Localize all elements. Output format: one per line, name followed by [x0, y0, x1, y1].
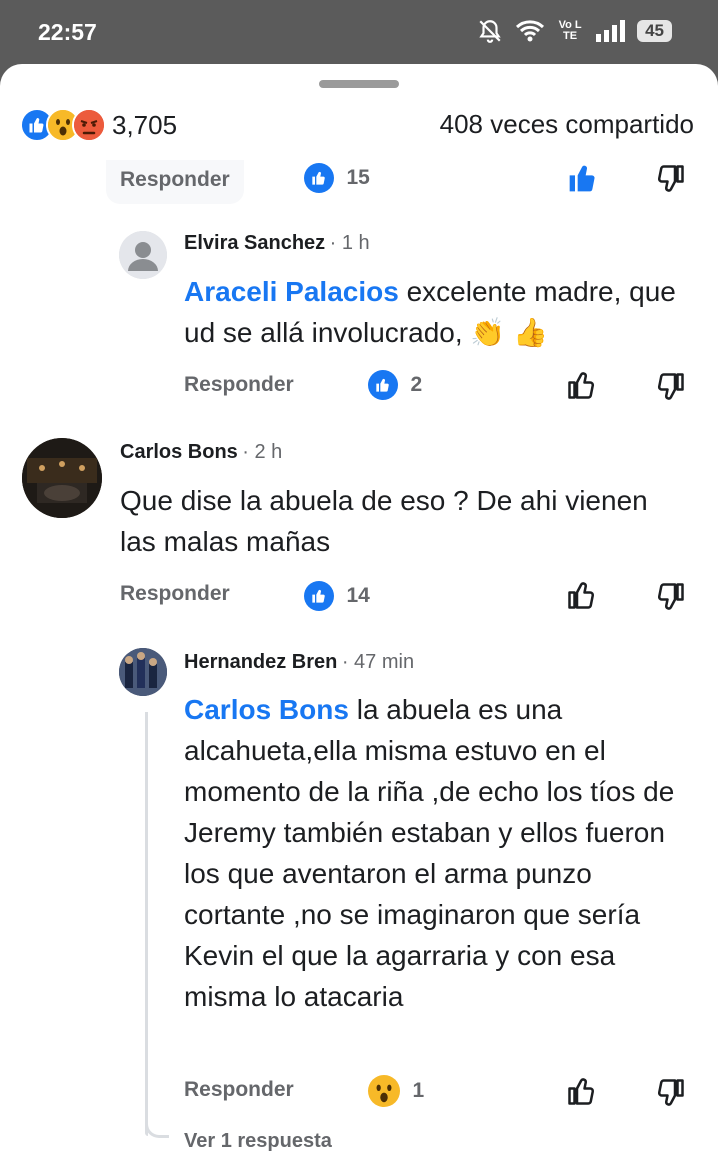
like-button[interactable] — [566, 370, 598, 405]
thumbs-down-icon — [657, 583, 684, 610]
reaction-summary[interactable]: 3,705 — [20, 108, 177, 142]
like-count: 2 — [410, 373, 423, 396]
comment-header: Hernandez Bren · 47 min — [184, 651, 415, 673]
thumbs-down-icon — [657, 373, 684, 400]
reply-button[interactable]: Responder — [120, 582, 230, 606]
comment-header: Elvira Sanchez · 1 h — [184, 232, 370, 254]
thread-line — [145, 712, 148, 1136]
comment-author[interactable]: Carlos Bons — [120, 441, 238, 463]
like-count: 14 — [346, 584, 370, 607]
like-badge-icon — [304, 581, 334, 611]
reaction-count[interactable]: 2 — [368, 370, 422, 400]
wifi-icon — [515, 19, 545, 43]
reply-button[interactable]: Responder — [184, 373, 294, 397]
drag-handle[interactable] — [319, 80, 399, 88]
volte-icon: Vo LTE — [557, 20, 583, 42]
profile-photo-icon — [119, 648, 167, 696]
comment-text: Que dise la abuela de eso ? De ahi viene… — [120, 485, 648, 557]
mention-link[interactable]: Carlos Bons — [184, 694, 349, 725]
status-bar: 22:57 Vo LTE 45 — [0, 0, 718, 64]
thread-curve — [145, 1114, 169, 1138]
like-button[interactable] — [566, 580, 598, 615]
thumbs-up-icon — [568, 372, 595, 399]
comment-time[interactable]: 47 min — [354, 651, 414, 673]
mention-link[interactable]: Araceli Palacios — [184, 276, 399, 307]
wow-count: 1 — [412, 1079, 425, 1102]
reaction-count[interactable]: 14 — [304, 581, 370, 611]
like-badge-icon — [304, 163, 334, 193]
reply-label: Responder — [120, 168, 230, 191]
comment-text: Araceli Palacios excelente madre, que ud… — [184, 271, 684, 353]
thumbs-up-icon — [568, 582, 595, 609]
share-count[interactable]: 408 veces compartido — [440, 109, 694, 140]
like-button-active[interactable] — [566, 162, 600, 199]
wow-icon — [368, 1075, 400, 1107]
dislike-button[interactable] — [654, 164, 686, 199]
profile-photo-icon — [22, 438, 102, 518]
signal-icon — [595, 20, 626, 42]
thumbs-up-filled-icon — [569, 165, 595, 192]
battery-indicator: 45 — [637, 20, 672, 42]
thumbs-down-icon — [657, 1079, 684, 1106]
comment-body: la abuela es una alcahueta,ella misma es… — [184, 694, 675, 1012]
angry-icon — [72, 108, 106, 142]
avatar[interactable] — [22, 438, 102, 518]
default-avatar-icon — [119, 231, 167, 279]
dislike-button[interactable] — [654, 1078, 686, 1113]
volte-label: Vo LTE — [558, 19, 582, 42]
thumbs-up-icon — [568, 1078, 595, 1105]
thumbs-down-icon — [657, 165, 684, 192]
dislike-button[interactable] — [654, 582, 686, 617]
comment-header: Carlos Bons · 2 h — [120, 441, 283, 463]
bell-muted-icon — [477, 18, 503, 44]
comment-time[interactable]: 1 h — [342, 232, 370, 254]
like-button[interactable] — [566, 1076, 598, 1111]
view-replies-link[interactable]: Ver 1 respuesta — [184, 1130, 332, 1153]
reply-button-top[interactable]: Responder — [106, 160, 244, 204]
comments-sheet: 3,705 408 veces compartido Responder 15 … — [0, 64, 718, 1174]
avatar[interactable] — [119, 231, 167, 279]
comment-text: Carlos Bons la abuela es una alcahueta,e… — [184, 689, 684, 1017]
reaction-count: 3,705 — [112, 109, 178, 140]
reply-button[interactable]: Responder — [184, 1078, 294, 1102]
avatar[interactable] — [119, 648, 167, 696]
like-badge-icon — [368, 370, 398, 400]
comment-time[interactable]: 2 h — [254, 441, 282, 463]
dislike-button[interactable] — [654, 372, 686, 407]
comment-author[interactable]: Hernandez Bren — [184, 651, 337, 673]
reaction-count-top[interactable]: 15 — [304, 163, 370, 193]
like-count: 15 — [346, 166, 370, 189]
clock: 22:57 — [38, 19, 97, 45]
reaction-count[interactable]: 1 — [368, 1075, 424, 1107]
comment-author[interactable]: Elvira Sanchez — [184, 232, 325, 254]
